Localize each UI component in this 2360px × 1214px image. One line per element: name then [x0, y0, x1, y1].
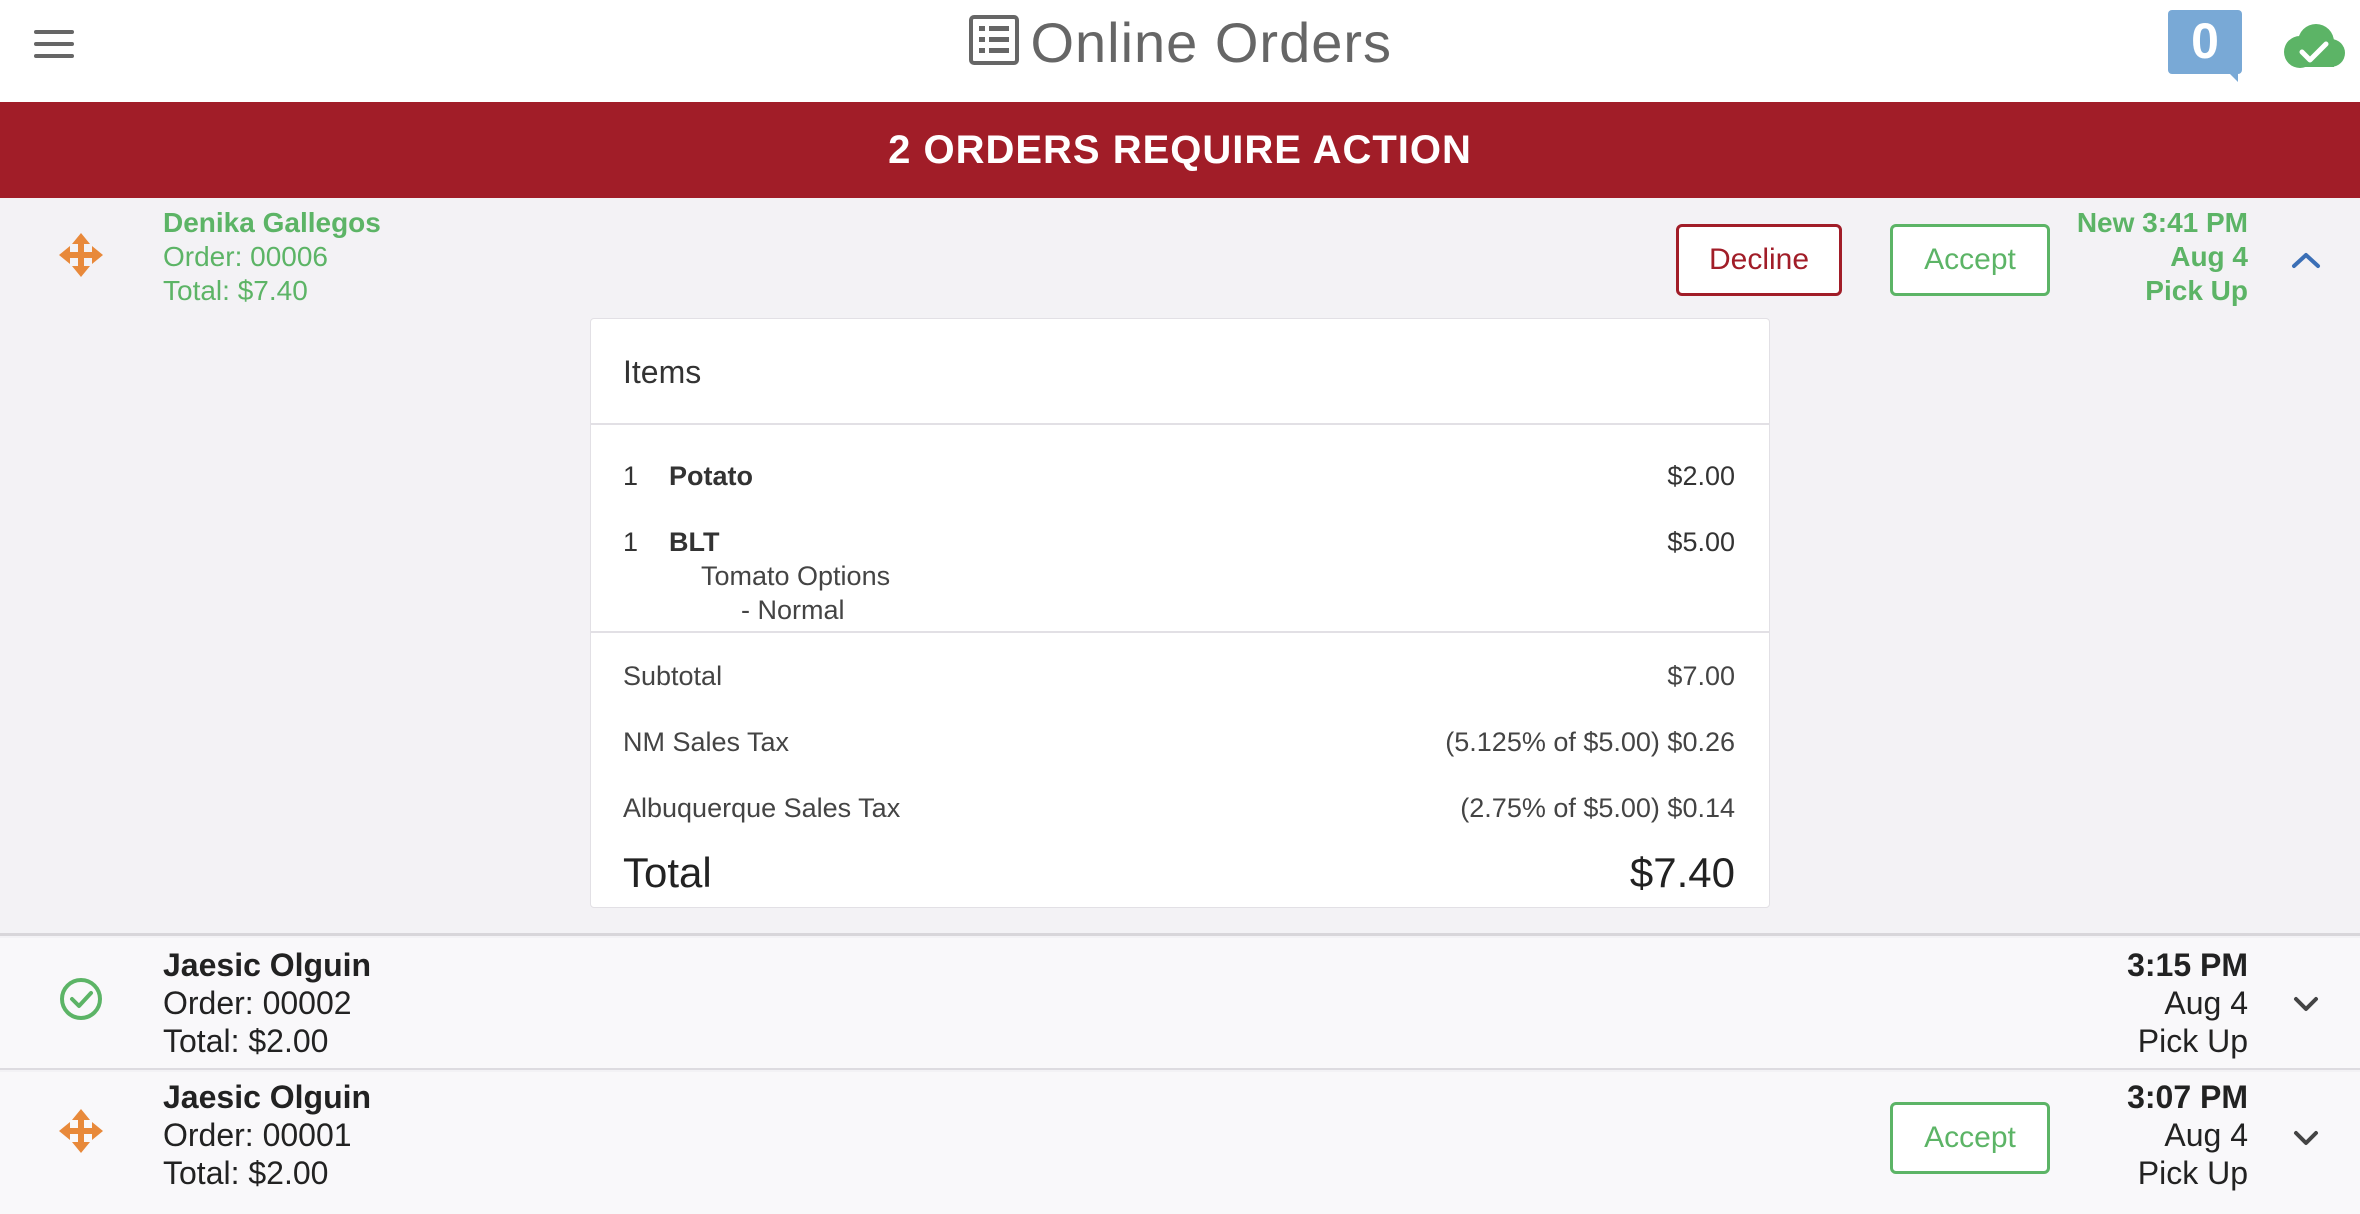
item-modifier-option: - Normal	[741, 595, 845, 625]
subtotal-value: $7.00	[1667, 661, 1735, 691]
order-time-info: New 3:41 PM Aug 4 Pick Up	[2077, 206, 2248, 308]
notification-count: 0	[2191, 13, 2219, 69]
order-number: Order: 00006	[163, 241, 328, 272]
item-modifier: Tomato Options	[701, 561, 891, 591]
order-time: 3:07 PM	[2127, 1079, 2248, 1115]
chevron-up-icon[interactable]	[2288, 248, 2324, 272]
order-date: Aug 4	[2164, 985, 2248, 1021]
tax-value: (5.125% of $5.00) $0.26	[1445, 727, 1735, 757]
accept-button[interactable]: Accept	[1890, 224, 2050, 296]
order-row[interactable]: Denika Gallegos Order: 00006 Total: $7.4…	[0, 198, 2360, 936]
order-summary: Jaesic Olguin Order: 00001 Total: $2.00	[163, 1078, 371, 1192]
total-label: Total	[623, 849, 712, 896]
app-header: Online Orders 0	[0, 0, 2360, 102]
chevron-down-icon[interactable]	[2288, 1126, 2324, 1150]
order-row[interactable]: Jaesic Olguin Order: 00001 Total: $2.00 …	[0, 1072, 2360, 1214]
tax-value: (2.75% of $5.00) $0.14	[1460, 793, 1735, 823]
order-type: Pick Up	[2137, 1155, 2248, 1191]
order-row[interactable]: Jaesic Olguin Order: 00002 Total: $2.00 …	[0, 938, 2360, 1070]
order-time-info: 3:07 PM Aug 4 Pick Up	[2127, 1078, 2248, 1192]
order-details-card: Items 1 Potato $2.00 1 BLT $5.00 Tomato …	[590, 318, 1770, 908]
order-total: Total: $7.40	[163, 275, 308, 306]
order-type: Pick Up	[2137, 1023, 2248, 1059]
page-title: Online Orders	[0, 10, 2360, 90]
move-arrows-icon[interactable]	[56, 230, 106, 280]
page-title-text: Online Orders	[1030, 11, 1393, 74]
decline-button[interactable]: Decline	[1676, 224, 1842, 296]
item-price: $2.00	[1667, 461, 1735, 491]
action-required-banner: 2 ORDERS REQUIRE ACTION	[0, 102, 2360, 198]
item-name: Potato	[669, 461, 753, 491]
order-total: Total: $2.00	[163, 1023, 329, 1059]
order-total: Total: $2.00	[163, 1155, 329, 1191]
tax-label: Albuquerque Sales Tax	[623, 793, 901, 823]
order-time-info: 3:15 PM Aug 4 Pick Up	[2127, 946, 2248, 1060]
order-date: Aug 4	[2170, 241, 2248, 272]
subtotal-label: Subtotal	[623, 661, 723, 691]
customer-name: Jaesic Olguin	[163, 947, 372, 983]
order-list-icon	[968, 14, 1020, 71]
customer-name: Denika Gallegos	[163, 207, 381, 238]
item-price: $5.00	[1667, 527, 1735, 557]
chevron-down-icon[interactable]	[2288, 992, 2324, 1016]
order-summary: Jaesic Olguin Order: 00002 Total: $2.00	[163, 946, 371, 1060]
notification-badge-button[interactable]: 0	[2168, 10, 2244, 82]
item-name: BLT	[669, 527, 720, 557]
order-date: Aug 4	[2164, 1117, 2248, 1153]
customer-name: Jaesic Olguin	[163, 1079, 372, 1115]
order-number: Order: 00001	[163, 1117, 352, 1153]
cloud-check-icon[interactable]	[2276, 18, 2348, 74]
order-number: Order: 00002	[163, 985, 352, 1021]
tax-label: NM Sales Tax	[623, 727, 790, 757]
order-status-time: New 3:41 PM	[2076, 207, 2248, 238]
order-time: 3:15 PM	[2127, 947, 2248, 983]
check-circle-icon	[56, 974, 106, 1024]
items-heading: Items	[591, 319, 1769, 425]
item-quantity: 1	[623, 527, 639, 557]
move-arrows-icon[interactable]	[56, 1106, 106, 1156]
item-quantity: 1	[623, 461, 639, 491]
order-summary: Denika Gallegos Order: 00006 Total: $7.4…	[163, 206, 381, 308]
accept-button[interactable]: Accept	[1890, 1102, 2050, 1174]
order-type: Pick Up	[2145, 275, 2248, 306]
total-value: $7.40	[1629, 849, 1735, 896]
